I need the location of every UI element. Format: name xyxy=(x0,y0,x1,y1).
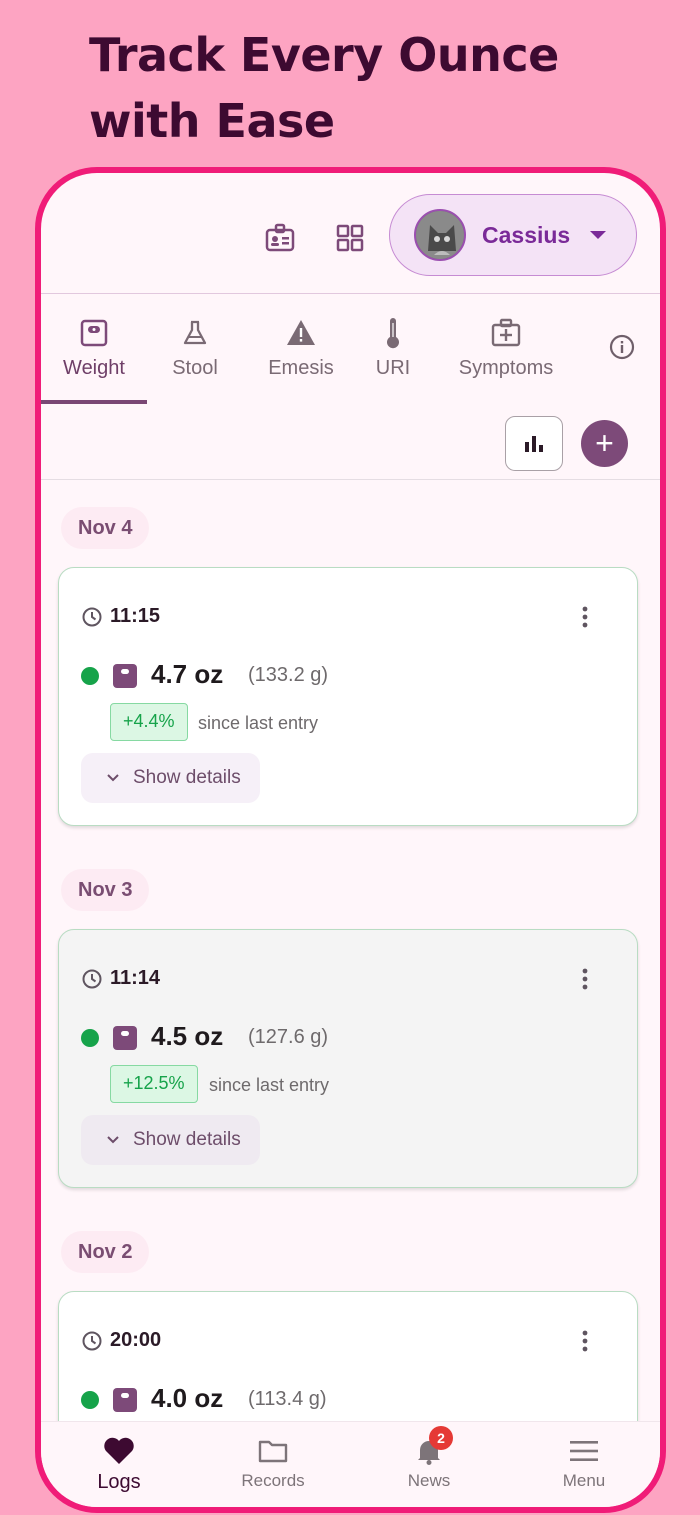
info-icon[interactable] xyxy=(607,332,637,362)
entry-weight: 4.7 oz xyxy=(151,659,224,689)
log-card[interactable]: 11:15 4.7 oz (133.2 g) +4.4% since last … xyxy=(58,567,638,826)
show-details-label: Show details xyxy=(133,767,241,788)
nav-menu[interactable]: Menu xyxy=(506,1422,660,1507)
date-chip: Nov 4 xyxy=(61,507,150,549)
show-details-button[interactable]: Show details xyxy=(81,753,260,803)
medical-kit-icon xyxy=(490,317,522,349)
tab-label: Stool xyxy=(172,357,218,379)
nav-label: Menu xyxy=(562,1471,606,1490)
warning-icon xyxy=(285,317,317,349)
scale-icon xyxy=(113,664,137,688)
bottom-nav: Logs Records 2 News Menu xyxy=(41,1421,660,1507)
nav-logs[interactable]: Logs xyxy=(41,1422,197,1507)
status-dot xyxy=(81,667,99,685)
clock-icon xyxy=(82,607,102,627)
avatar xyxy=(414,209,466,261)
tab-emesis[interactable]: Emesis xyxy=(243,295,359,403)
log-list: Nov 4 11:15 4.7 oz (133.2 g) +4.4% since… xyxy=(41,481,660,1421)
more-vertical-icon[interactable] xyxy=(575,966,595,992)
folder-icon xyxy=(257,1436,289,1466)
id-card-icon[interactable] xyxy=(259,217,301,259)
entry-time: 20:00 xyxy=(110,1329,162,1351)
tab-label: URI xyxy=(375,357,411,379)
show-details-button[interactable]: Show details xyxy=(81,1115,260,1165)
notification-badge: 2 xyxy=(429,1426,453,1450)
nav-records[interactable]: Records xyxy=(195,1422,351,1507)
chevron-down-icon xyxy=(107,774,119,782)
grid-icon[interactable] xyxy=(329,217,371,259)
add-entry-button[interactable]: + xyxy=(581,420,628,467)
entry-time: 11:15 xyxy=(110,605,161,627)
entry-grams: (113.4 g) xyxy=(248,1388,327,1410)
since-label: since last entry xyxy=(209,1075,330,1095)
tab-label: Symptoms xyxy=(458,357,554,379)
bell-icon: 2 xyxy=(413,1426,453,1466)
action-bar: + xyxy=(41,403,660,480)
heart-icon xyxy=(103,1436,135,1466)
date-chip: Nov 3 xyxy=(61,869,150,911)
flask-icon xyxy=(179,317,211,349)
menu-icon xyxy=(568,1436,600,1466)
entry-grams: (127.6 g) xyxy=(248,1026,329,1048)
tab-label: Emesis xyxy=(268,357,334,379)
nav-news[interactable]: 2 News xyxy=(351,1422,507,1507)
profile-switcher[interactable]: Cassius xyxy=(389,194,637,276)
date-chip: Nov 2 xyxy=(61,1231,150,1273)
nav-label: Records xyxy=(241,1471,305,1490)
entry-grams: (133.2 g) xyxy=(248,664,329,686)
tab-stool[interactable]: Stool xyxy=(147,295,243,403)
entry-weight: 4.5 oz xyxy=(151,1021,224,1051)
log-card[interactable]: 11:14 4.5 oz (127.6 g) +12.5% since last… xyxy=(58,929,638,1188)
more-vertical-icon[interactable] xyxy=(575,604,595,630)
chevron-down-icon xyxy=(107,1136,119,1144)
nav-label: Logs xyxy=(97,1471,141,1493)
tab-weight[interactable]: Weight xyxy=(41,295,147,403)
nav-label: News xyxy=(407,1471,451,1490)
chart-button[interactable] xyxy=(505,416,563,471)
scale-icon xyxy=(113,1388,137,1412)
scale-icon xyxy=(113,1026,137,1050)
entry-time: 11:14 xyxy=(110,967,161,989)
entry-weight: 4.0 oz xyxy=(151,1383,224,1413)
change-badge: +4.4% xyxy=(110,703,188,741)
more-vertical-icon[interactable] xyxy=(575,1328,595,1354)
status-dot xyxy=(81,1029,99,1047)
status-dot xyxy=(81,1391,99,1409)
thermometer-icon xyxy=(377,317,409,349)
scale-icon xyxy=(78,317,110,349)
clock-icon xyxy=(82,969,102,989)
profile-name: Cassius xyxy=(482,221,571,248)
chevron-down-icon xyxy=(590,231,607,239)
tab-label: Weight xyxy=(63,357,125,379)
bar-chart-icon xyxy=(525,435,543,452)
tab-uri[interactable]: URI xyxy=(359,295,427,403)
since-label: since last entry xyxy=(198,713,319,733)
headline: Track Every Ounce with Ease xyxy=(89,28,559,148)
phone-frame: Cassius Weight Stool Emesis URI Symptoms… xyxy=(35,167,666,1513)
log-type-tabs: Weight Stool Emesis URI Symptoms xyxy=(41,295,660,403)
log-card[interactable]: 20:00 4.0 oz (113.4 g) xyxy=(58,1291,638,1421)
clock-icon xyxy=(82,1331,102,1351)
change-badge: +12.5% xyxy=(110,1065,198,1103)
tab-symptoms[interactable]: Symptoms xyxy=(427,295,585,403)
show-details-label: Show details xyxy=(133,1129,241,1150)
top-bar: Cassius xyxy=(41,173,660,294)
